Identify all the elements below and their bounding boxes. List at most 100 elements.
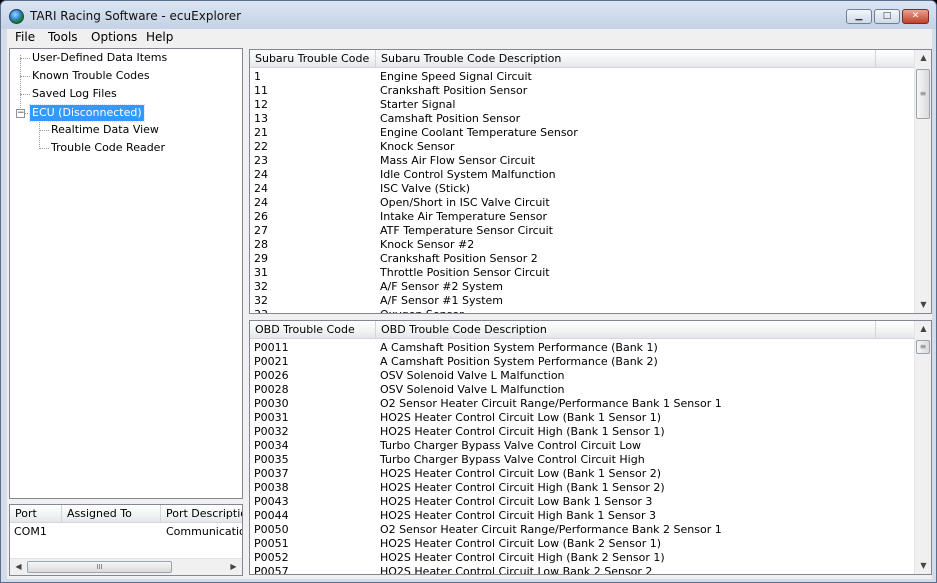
- title-bar[interactable]: TARI Racing Software - ecuExplorer ▁ □ ✕: [1, 1, 936, 29]
- table-row[interactable]: 22 Knock Sensor: [250, 140, 913, 154]
- trouble-code: P0030: [254, 397, 289, 410]
- table-row[interactable]: P0037 HO2S Heater Control Circuit Low (Ba…: [250, 467, 913, 481]
- table-row[interactable]: 12 Starter Signal: [250, 98, 913, 112]
- tree-item-trouble-code-reader[interactable]: Trouble Code Reader: [49, 140, 167, 156]
- obd-vertical-scrollbar[interactable]: ▲ ≡ ▼: [914, 321, 931, 574]
- column-port[interactable]: Port: [10, 505, 62, 523]
- tree-connector: [20, 76, 30, 77]
- table-row[interactable]: 21 Engine Coolant Temperature Sensor: [250, 126, 913, 140]
- column-subaru-description[interactable]: Subaru Trouble Code Description: [376, 50, 876, 68]
- tree-item-realtime-data-view[interactable]: Realtime Data View: [49, 122, 161, 138]
- column-port-description[interactable]: Port Description: [161, 505, 242, 523]
- table-row[interactable]: 13 Camshaft Position Sensor: [250, 112, 913, 126]
- table-row[interactable]: P0035 Turbo Charger Bypass Valve Control …: [250, 453, 913, 467]
- tree-connector: [39, 120, 40, 149]
- collapse-icon[interactable]: −: [16, 109, 25, 118]
- tree-item-ecu[interactable]: ECU (Disconnected): [29, 104, 145, 122]
- scroll-up-icon[interactable]: ▲: [916, 322, 931, 336]
- subaru-trouble-code-list: Subaru Trouble Code Subaru Trouble Code …: [249, 49, 932, 314]
- column-obd-description[interactable]: OBD Trouble Code Description: [376, 321, 876, 339]
- table-row[interactable]: 26 Intake Air Temperature Sensor: [250, 210, 913, 224]
- subaru-list-header: Subaru Trouble Code Subaru Trouble Code …: [250, 50, 916, 68]
- trouble-code-description: Open/Short in ISC Valve Circuit: [380, 196, 550, 209]
- tree-connector: [20, 55, 21, 114]
- minimize-button[interactable]: ▁: [846, 9, 872, 24]
- trouble-code-description: Knock Sensor #2: [380, 238, 475, 251]
- table-row[interactable]: 29 Crankshaft Position Sensor 2: [250, 252, 913, 266]
- trouble-code-description: Turbo Charger Bypass Valve Control Circu…: [380, 439, 642, 452]
- table-row[interactable]: 11 Crankshaft Position Sensor: [250, 84, 913, 98]
- trouble-code-description: HO2S Heater Control Circuit High (Bank 2…: [380, 551, 665, 564]
- table-row[interactable]: P0030 O2 Sensor Heater Circuit Range/Perf…: [250, 397, 913, 411]
- trouble-code: 28: [254, 238, 268, 251]
- menu-file[interactable]: File: [15, 29, 35, 46]
- table-row[interactable]: P0011 A Camshaft Position System Performa…: [250, 341, 913, 355]
- column-obd-trouble-code[interactable]: OBD Trouble Code: [250, 321, 376, 339]
- port-list-header: Port Assigned To Port Description: [10, 505, 242, 523]
- tree-connector: [20, 58, 30, 59]
- table-row[interactable]: P0043 HO2S Heater Control Circuit Low Ban…: [250, 495, 913, 509]
- trouble-code: 21: [254, 126, 268, 139]
- table-row[interactable]: P0028 OSV Solenoid Valve L Malfunction: [250, 383, 913, 397]
- trouble-code: 33: [254, 308, 268, 313]
- table-row[interactable]: P0057 HO2S Heater Control Circuit Low Ban…: [250, 565, 913, 574]
- column-subaru-trouble-code[interactable]: Subaru Trouble Code: [250, 50, 376, 68]
- trouble-code-description: HO2S Heater Control Circuit High (Bank 1…: [380, 481, 665, 494]
- trouble-code-description: OSV Solenoid Valve L Malfunction: [380, 383, 565, 396]
- table-row[interactable]: P0051 HO2S Heater Control Circuit Low (Ba…: [250, 537, 913, 551]
- table-row[interactable]: 1 Engine Speed Signal Circuit: [250, 70, 913, 84]
- trouble-code-description: Mass Air Flow Sensor Circuit: [380, 154, 536, 167]
- scroll-thumb[interactable]: ≡: [916, 69, 930, 119]
- table-row[interactable]: P0052 HO2S Heater Control Circuit High (B…: [250, 551, 913, 565]
- table-row[interactable]: 31 Throttle Position Sensor Circuit: [250, 266, 913, 280]
- subaru-vertical-scrollbar[interactable]: ▲ ≡ ▼: [914, 50, 931, 313]
- tree-item-known-trouble-codes[interactable]: Known Trouble Codes: [30, 68, 152, 84]
- table-row[interactable]: P0044 HO2S Heater Control Circuit High Ba…: [250, 509, 913, 523]
- trouble-code: P0051: [254, 537, 289, 550]
- trouble-code-description: HO2S Heater Control Circuit Low Bank 1 S…: [380, 495, 653, 508]
- table-row[interactable]: P0026 OSV Solenoid Valve L Malfunction: [250, 369, 913, 383]
- trouble-code: P0032: [254, 425, 289, 438]
- maximize-button[interactable]: □: [874, 9, 900, 24]
- trouble-code-description: HO2S Heater Control Circuit High (Bank 1…: [380, 425, 665, 438]
- table-row[interactable]: 32 A/F Sensor #1 System: [250, 294, 913, 308]
- menu-help[interactable]: Help: [146, 29, 173, 46]
- table-row[interactable]: P0031 HO2S Heater Control Circuit Low (Ba…: [250, 411, 913, 425]
- trouble-code: 32: [254, 280, 268, 293]
- client-area: User-Defined Data Items Known Trouble Co…: [7, 46, 932, 579]
- close-button[interactable]: ✕: [902, 9, 929, 24]
- table-row[interactable]: 33 Oxygen Sensor: [250, 308, 913, 313]
- table-row[interactable]: 24 Idle Control System Malfunction: [250, 168, 913, 182]
- table-row[interactable]: 32 A/F Sensor #2 System: [250, 280, 913, 294]
- trouble-code: 1: [254, 70, 261, 83]
- table-row[interactable]: 23 Mass Air Flow Sensor Circuit: [250, 154, 913, 168]
- table-row[interactable]: P0034 Turbo Charger Bypass Valve Control …: [250, 439, 913, 453]
- menu-tools[interactable]: Tools: [48, 29, 78, 46]
- table-row[interactable]: P0032 HO2S Heater Control Circuit High (B…: [250, 425, 913, 439]
- scroll-up-icon[interactable]: ▲: [916, 51, 931, 65]
- trouble-code-description: HO2S Heater Control Circuit High Bank 1 …: [380, 509, 657, 522]
- navigation-tree: User-Defined Data Items Known Trouble Co…: [9, 48, 243, 499]
- scroll-right-icon[interactable]: ▶: [226, 560, 241, 574]
- tree-item-user-defined-data-items[interactable]: User-Defined Data Items: [30, 50, 169, 66]
- table-row[interactable]: 28 Knock Sensor #2: [250, 238, 913, 252]
- scroll-down-icon[interactable]: ▼: [916, 559, 931, 573]
- column-assigned-to[interactable]: Assigned To: [62, 505, 161, 523]
- table-row[interactable]: P0038 HO2S Heater Control Circuit High (B…: [250, 481, 913, 495]
- scroll-left-icon[interactable]: ◀: [11, 560, 26, 574]
- trouble-code: P0037: [254, 467, 289, 480]
- table-row[interactable]: 27 ATF Temperature Sensor Circuit: [250, 224, 913, 238]
- menu-options[interactable]: Options: [91, 29, 137, 46]
- table-row[interactable]: P0021 A Camshaft Position System Performa…: [250, 355, 913, 369]
- trouble-code-description: Idle Control System Malfunction: [380, 168, 556, 181]
- table-row[interactable]: 24 Open/Short in ISC Valve Circuit: [250, 196, 913, 210]
- port-list-horizontal-scrollbar[interactable]: ◀ III ▶: [10, 558, 242, 575]
- scroll-thumb[interactable]: ≡: [916, 340, 930, 354]
- port-row[interactable]: COM1 Communications: [10, 525, 242, 539]
- table-row[interactable]: P0050 O2 Sensor Heater Circuit Range/Perf…: [250, 523, 913, 537]
- scroll-thumb[interactable]: III: [27, 561, 172, 573]
- table-row[interactable]: 24 ISC Valve (Stick): [250, 182, 913, 196]
- trouble-code-description: A Camshaft Position System Performance (…: [380, 355, 658, 368]
- tree-item-saved-log-files[interactable]: Saved Log Files: [30, 86, 119, 102]
- scroll-down-icon[interactable]: ▼: [916, 298, 931, 312]
